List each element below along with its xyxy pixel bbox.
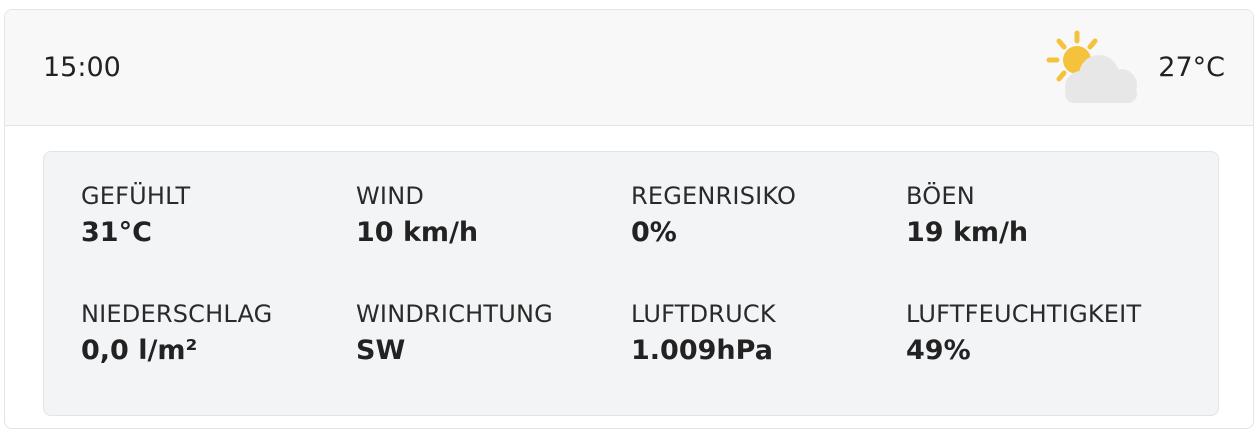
forecast-hour-header[interactable]: 15:00 27°C xyxy=(5,10,1253,126)
forecast-time: 15:00 xyxy=(43,52,121,83)
detail-value: 49% xyxy=(906,335,971,366)
detail-value: 10 km/h xyxy=(356,217,479,248)
forecast-hour-card: 15:00 27°C GEFÜHLT 31°C WIND 10 km/h REG… xyxy=(4,9,1254,429)
detail-label: GEFÜHLT xyxy=(81,182,191,210)
detail-label: NIEDERSCHLAG xyxy=(81,300,273,328)
detail-air-pressure: LUFTDRUCK 1.009hPa xyxy=(631,299,901,368)
detail-value: 0,0 l/m² xyxy=(81,335,198,366)
detail-value: 31°C xyxy=(81,217,152,248)
detail-value: SW xyxy=(356,335,406,366)
detail-humidity: LUFTFEUCHTIGKEIT 49% xyxy=(906,299,1176,368)
detail-label: LUFTFEUCHTIGKEIT xyxy=(906,300,1142,328)
detail-gusts: BÖEN 19 km/h xyxy=(906,181,1176,250)
detail-feels-like: GEFÜHLT 31°C xyxy=(81,181,351,250)
detail-label: WINDRICHTUNG xyxy=(356,300,553,328)
detail-precipitation: NIEDERSCHLAG 0,0 l/m² xyxy=(81,299,351,368)
forecast-temperature: 27°C xyxy=(1158,52,1225,83)
detail-label: BÖEN xyxy=(906,182,975,210)
detail-wind: WIND 10 km/h xyxy=(356,181,626,250)
detail-label: REGENRISIKO xyxy=(631,182,797,210)
detail-value: 0% xyxy=(631,217,677,248)
detail-wind-direction: WINDRICHTUNG SW xyxy=(356,299,626,368)
detail-rain-risk: REGENRISIKO 0% xyxy=(631,181,901,250)
partly-sunny-icon xyxy=(1046,30,1137,103)
detail-value: 19 km/h xyxy=(906,217,1029,248)
detail-value: 1.009hPa xyxy=(631,335,773,366)
forecast-details-panel: GEFÜHLT 31°C WIND 10 km/h REGENRISIKO 0%… xyxy=(43,151,1219,416)
detail-label: LUFTDRUCK xyxy=(631,300,776,328)
detail-label: WIND xyxy=(356,182,425,210)
